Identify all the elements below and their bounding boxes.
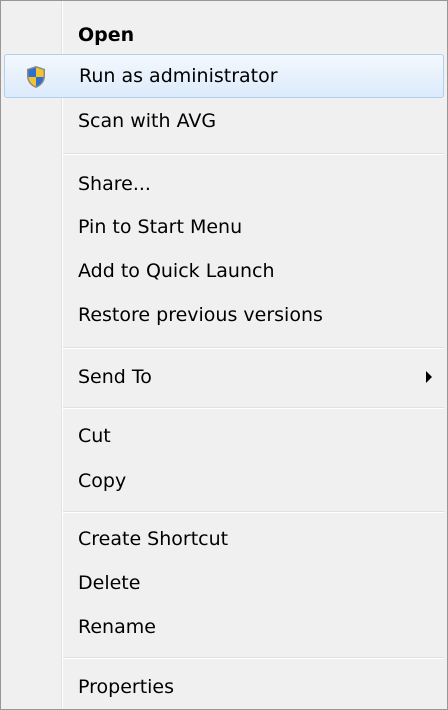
menu-item-pin-to-start-menu[interactable]: Pin to Start Menu [4, 205, 444, 249]
menu-item-share[interactable]: Share... [4, 162, 444, 206]
menu-item-run-as-administrator[interactable]: Run as administrator [4, 54, 444, 98]
menu-separator [63, 153, 444, 155]
menu-item-restore-previous-versions[interactable]: Restore previous versions [4, 293, 444, 337]
menu-item-scan-with-avg[interactable]: Scan with AVG [4, 99, 444, 143]
menu-separator [63, 657, 444, 659]
menu-separator [63, 407, 444, 409]
menu-item-cut[interactable]: Cut [4, 414, 444, 458]
menu-item-label: Copy [78, 470, 127, 492]
menu-item-label: Restore previous versions [78, 304, 323, 326]
menu-item-open[interactable]: Open [4, 13, 444, 57]
submenu-arrow-icon [426, 371, 432, 383]
menu-item-label: Create Shortcut [78, 528, 229, 550]
menu-item-create-shortcut[interactable]: Create Shortcut [4, 517, 444, 561]
context-menu: Open Run as administrator Scan with AVG … [0, 0, 448, 710]
menu-item-send-to[interactable]: Send To [4, 355, 444, 399]
menu-item-label: Open [78, 24, 135, 46]
menu-item-label: Cut [78, 425, 111, 447]
menu-item-label: Add to Quick Launch [78, 260, 275, 282]
menu-separator [63, 347, 444, 349]
menu-item-add-to-quick-launch[interactable]: Add to Quick Launch [4, 249, 444, 293]
menu-item-label: Properties [78, 676, 175, 698]
menu-item-label: Scan with AVG [78, 110, 217, 132]
menu-item-label: Send To [78, 366, 152, 388]
menu-item-label: Rename [78, 616, 156, 638]
menu-item-properties[interactable]: Properties [4, 665, 444, 709]
uac-shield-icon [27, 66, 45, 88]
menu-item-label: Pin to Start Menu [78, 216, 243, 238]
menu-item-copy[interactable]: Copy [4, 459, 444, 503]
menu-item-label: Delete [78, 572, 141, 594]
menu-item-label: Share... [78, 173, 151, 195]
menu-separator [63, 511, 444, 513]
menu-item-delete[interactable]: Delete [4, 561, 444, 605]
menu-item-label: Run as administrator [79, 65, 278, 87]
menu-item-rename[interactable]: Rename [4, 605, 444, 649]
